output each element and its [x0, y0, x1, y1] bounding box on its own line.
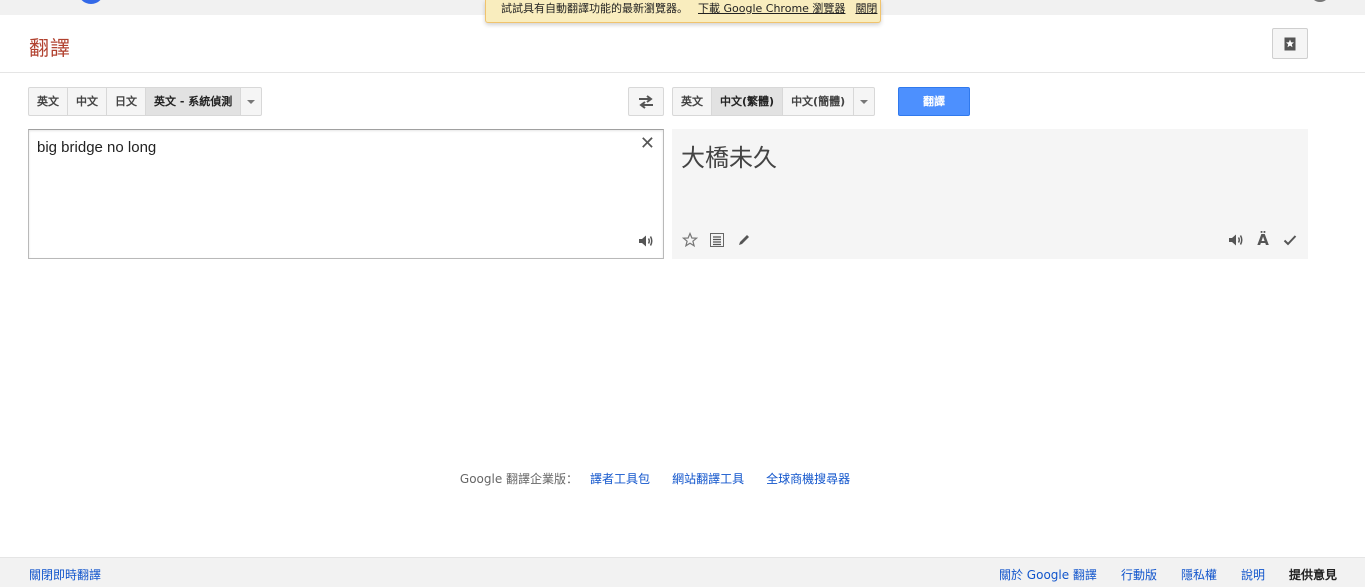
source-language-selector: 英文 中文 日文 英文 - 系統偵測	[28, 87, 263, 116]
check-icon[interactable]	[1280, 230, 1300, 250]
target-lang-simplified-chinese[interactable]: 中文(簡體)	[783, 88, 855, 115]
disable-instant-translation-link[interactable]: 關閉即時翻譯	[29, 566, 101, 583]
global-market-finder-link[interactable]: 全球商機搜尋器	[766, 472, 850, 486]
target-lang-english[interactable]: 英文	[673, 88, 712, 115]
swap-arrows-icon	[639, 94, 653, 109]
result-panel: 大橋未久 Ä	[672, 129, 1308, 259]
swap-languages-button[interactable]	[628, 87, 664, 116]
account-icon[interactable]	[1310, 0, 1330, 2]
target-lang-dropdown[interactable]	[854, 88, 874, 115]
source-lang-japanese[interactable]: 日文	[107, 88, 146, 115]
speaker-icon	[639, 235, 653, 247]
source-lang-english[interactable]: 英文	[29, 88, 68, 115]
translate-button[interactable]: 翻譯	[898, 87, 970, 116]
website-translator-link[interactable]: 網站翻譯工具	[672, 472, 744, 486]
enterprise-links: Google 翻譯企業版： 譯者工具包 網站翻譯工具 全球商機搜尋器	[0, 470, 1310, 487]
pencil-icon	[739, 235, 749, 245]
footer-links: 關於 Google 翻譯 行動版 隱私權 說明 提供意見	[975, 566, 1337, 583]
footer: 關閉即時翻譯 關於 Google 翻譯 行動版 隱私權 說明 提供意見	[0, 557, 1365, 587]
google-logo-icon[interactable]	[78, 0, 104, 4]
source-text[interactable]: big bridge no long	[37, 139, 156, 156]
header: 翻譯	[0, 15, 1365, 73]
privacy-link[interactable]: 隱私權	[1181, 568, 1217, 582]
star-translation-button[interactable]	[680, 230, 700, 250]
bookmark-star-icon	[1284, 37, 1296, 50]
chevron-down-icon	[247, 99, 256, 104]
page-title: 翻譯	[29, 36, 71, 60]
clear-icon[interactable]: ✕	[640, 134, 655, 154]
close-notice-link[interactable]: 關閉	[855, 2, 877, 15]
translation-result[interactable]: 大橋未久	[681, 138, 777, 173]
target-language-selector: 英文 中文(繁體) 中文(簡體)	[672, 87, 876, 116]
source-lang-detected[interactable]: 英文 - 系統偵測	[146, 88, 242, 115]
show-romanization-button[interactable]	[707, 230, 727, 250]
translator-toolkit-link[interactable]: 譯者工具包	[590, 472, 650, 486]
star-icon	[682, 232, 698, 248]
result-listen-button[interactable]	[1226, 230, 1246, 250]
phonetic-a-icon[interactable]: Ä	[1253, 230, 1273, 250]
help-link[interactable]: 說明	[1241, 568, 1265, 582]
source-lang-dropdown[interactable]	[241, 88, 261, 115]
enterprise-label: Google 翻譯企業版：	[459, 472, 579, 486]
notice-message: 試試具有自動翻譯功能的最新瀏覽器。	[501, 2, 688, 15]
source-lang-chinese[interactable]: 中文	[68, 88, 107, 115]
speaker-icon	[1229, 234, 1243, 246]
mobile-link[interactable]: 行動版	[1121, 568, 1157, 582]
about-link[interactable]: 關於 Google 翻譯	[999, 568, 1097, 582]
document-lines-icon	[710, 233, 724, 247]
source-listen-button[interactable]	[636, 231, 656, 251]
send-feedback-link[interactable]: 提供意見	[1289, 568, 1337, 582]
source-text-area[interactable]: big bridge no long ✕	[28, 129, 664, 259]
edit-translation-button[interactable]	[734, 230, 754, 250]
target-lang-traditional-chinese[interactable]: 中文(繁體)	[712, 88, 784, 115]
phrasebook-button[interactable]	[1272, 28, 1308, 59]
chevron-down-icon	[860, 99, 869, 104]
download-chrome-link[interactable]: 下載 Google Chrome 瀏覽器	[698, 2, 845, 15]
